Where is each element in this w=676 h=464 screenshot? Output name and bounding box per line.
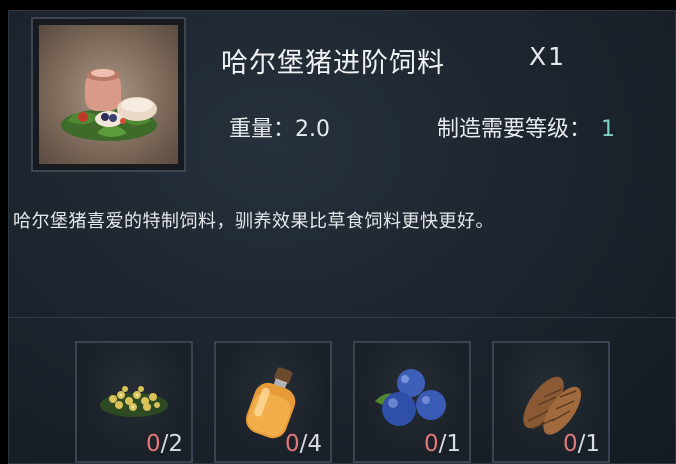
item-quantity: X1 [529,42,567,71]
yellow-flower-icon [100,386,168,417]
weight-stat: 重量：2.0 [229,111,330,143]
blueberry-icon [375,369,446,426]
material-slot-flower[interactable]: 0/2 [75,341,193,463]
material-slot-blueberry[interactable]: 0/1 [353,341,471,463]
required-level-label: 制造需要等级： [437,117,592,142]
feed-bowl-icon [39,25,178,164]
material-count: 0/1 [423,431,461,457]
weight-label: 重量： [229,117,296,142]
material-slot-honey[interactable]: 0/4 [214,341,332,463]
weight-value: 2.0 [295,117,331,142]
item-description: 哈尔堡猪喜爱的特制饲料，驯养效果比草食饲料更快更好。 [13,211,494,232]
required-level-stat: 制造需要等级： 1 [437,111,615,143]
item-name: 哈尔堡猪进阶饲料 [221,48,445,79]
material-count: 0/4 [284,431,322,457]
material-count: 0/1 [562,431,600,457]
required-level-value: 1 [601,117,616,142]
section-divider [9,317,675,318]
item-icon-frame [31,17,186,172]
item-tooltip-panel: 哈尔堡猪进阶饲料 X1 重量：2.0 制造需要等级： 1 哈尔堡猪喜爱的特制饲料，… [8,10,676,464]
material-slot-pinecone[interactable]: 0/1 [492,341,610,463]
material-count: 0/2 [145,431,183,457]
